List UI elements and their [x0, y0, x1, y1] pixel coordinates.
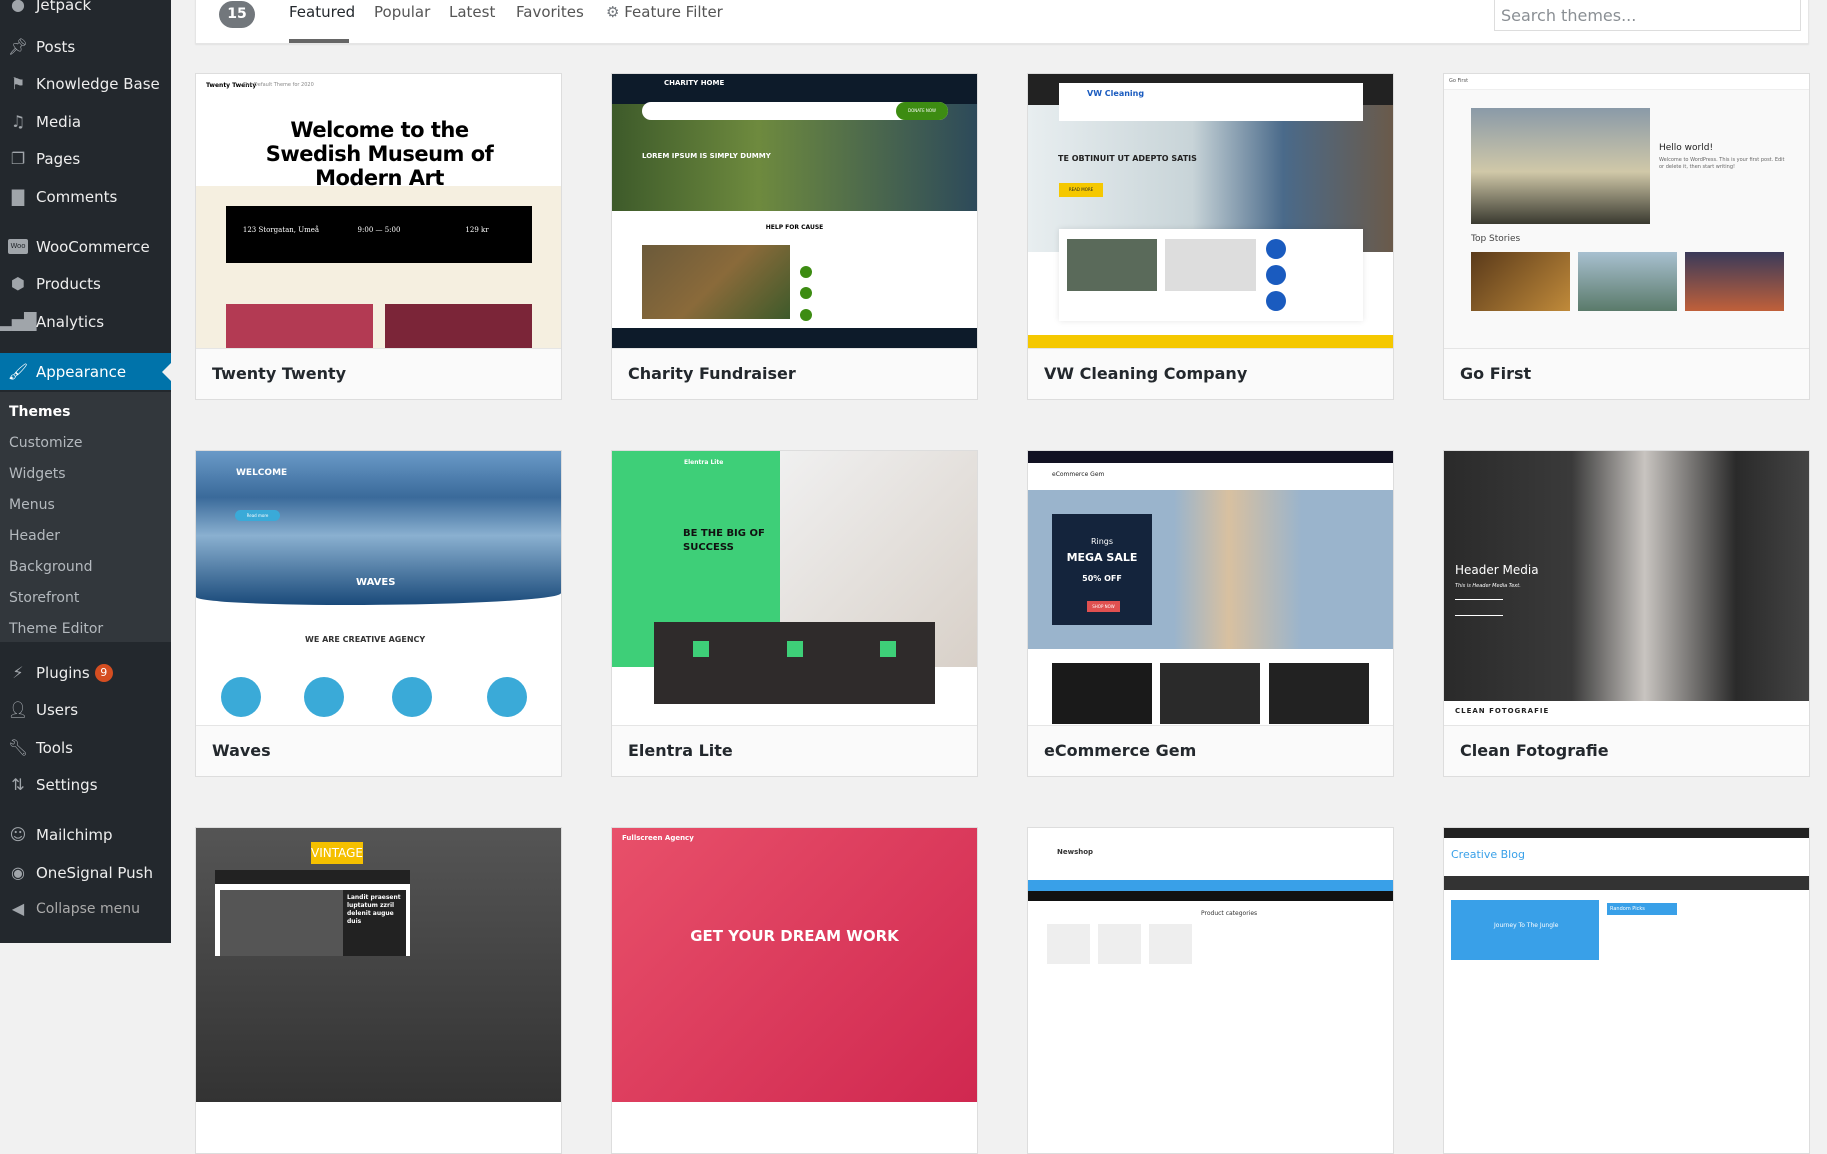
- theme-count: 15: [219, 1, 255, 28]
- theme-name: Twenty Twenty: [212, 364, 347, 383]
- sidebar-item-tools[interactable]: 🔧︎ Tools: [0, 729, 171, 766]
- gear-icon: ⚙: [606, 3, 620, 21]
- theme-screenshot: Twenty Twenty The Default Theme for 2020…: [196, 74, 561, 348]
- box-icon: ⬢: [11, 274, 25, 293]
- sidebar-item-knowledge-base[interactable]: ⚑ Knowledge Base: [0, 65, 171, 102]
- submenu-customize[interactable]: Customize: [9, 435, 83, 451]
- sidebar-item-woocommerce[interactable]: Woo WooCommerce: [0, 228, 171, 265]
- theme-card-go-first[interactable]: Go First Hello world! Welcome to WordPre…: [1443, 73, 1810, 400]
- sidebar-item-media[interactable]: ♫ Media: [0, 103, 171, 140]
- theme-card-charity-fundraiser[interactable]: CHARITY HOME DONATE NOW LOREM IPSUM IS S…: [611, 73, 978, 400]
- theme-screenshot: Fullscreen Agency GET YOUR DREAM WORK: [612, 828, 977, 1102]
- theme-name: Charity Fundraiser: [628, 364, 796, 383]
- wrench-icon: 🔧︎: [7, 738, 29, 757]
- theme-screenshot: VINTAGE Landit praesent luptatum zzril d…: [196, 828, 561, 1102]
- theme-card-newshop[interactable]: Newshop Product categories: [1027, 827, 1394, 1154]
- graduation-cap-icon: ⚑: [10, 74, 26, 93]
- theme-card-waves[interactable]: WELCOME Read more WAVES WE ARE CREATIVE …: [195, 450, 562, 777]
- sidebar-item-plugins[interactable]: ⚡ Plugins 9: [0, 654, 171, 691]
- sidebar-item-jetpack[interactable]: ● Jetpack: [0, 0, 171, 23]
- theme-screenshot: eCommerce Gem Rings MEGA SALE 50% OFF SH…: [1028, 451, 1393, 725]
- submenu-header[interactable]: Header: [9, 528, 60, 544]
- plugins-update-badge: 9: [94, 663, 113, 682]
- theme-card-clean-fotografie[interactable]: Header Media This is Header Media Text. …: [1443, 450, 1810, 777]
- theme-name: VW Cleaning Company: [1044, 364, 1248, 383]
- theme-screenshot: Header Media This is Header Media Text. …: [1444, 451, 1809, 725]
- appearance-submenu: Themes Customize Widgets Menus Header Ba…: [0, 392, 171, 642]
- theme-name: Waves: [212, 741, 271, 760]
- theme-filter-bar: 15 Featured Popular Latest Favorites ⚙ F…: [195, 0, 1809, 44]
- pushpin-icon: 📌︎: [7, 37, 29, 56]
- theme-screenshot: WELCOME Read more WAVES WE ARE CREATIVE …: [196, 451, 561, 725]
- user-icon: 👤︎: [7, 700, 29, 719]
- pages-icon: ❐: [10, 149, 26, 168]
- search-themes-input[interactable]: [1494, 0, 1801, 31]
- theme-screenshot: Newshop Product categories: [1028, 828, 1393, 1102]
- theme-card-vintage[interactable]: VINTAGE Landit praesent luptatum zzril d…: [195, 827, 562, 1154]
- theme-card-fullscreen-agency[interactable]: Fullscreen Agency GET YOUR DREAM WORK: [611, 827, 978, 1154]
- theme-name: Go First: [1460, 364, 1532, 383]
- tab-popular[interactable]: Popular: [374, 3, 430, 21]
- bar-chart-icon: ▂▅█: [0, 312, 37, 331]
- theme-card-creative-blog[interactable]: Creative Blog Journey To The Jungle Rand…: [1443, 827, 1810, 1154]
- theme-screenshot: Go First Hello world! Welcome to WordPre…: [1444, 74, 1809, 348]
- sidebar-item-products[interactable]: ⬢ Products: [0, 265, 171, 302]
- theme-screenshot: CHARITY HOME DONATE NOW LOREM IPSUM IS S…: [612, 74, 977, 348]
- collapse-menu-button[interactable]: ◀ Collapse menu: [0, 890, 171, 927]
- sidebar-item-comments[interactable]: ▇ Comments: [0, 178, 171, 215]
- theme-screenshot: VW Cleaning TE OBTINUIT UT ADEPTO SATIS …: [1028, 74, 1393, 348]
- sidebar-item-users[interactable]: 👤︎ Users: [0, 691, 171, 728]
- theme-screenshot: Elentra Lite BE THE BIG OF SUCCESS: [612, 451, 977, 725]
- submenu-theme-editor[interactable]: Theme Editor: [9, 621, 103, 637]
- plug-icon: ⚡: [12, 663, 24, 682]
- media-icon: ♫: [10, 112, 26, 131]
- theme-card-vw-cleaning-company[interactable]: VW Cleaning TE OBTINUIT UT ADEPTO SATIS …: [1027, 73, 1394, 400]
- jetpack-icon: ●: [11, 0, 25, 14]
- comment-icon: ▇: [11, 187, 25, 206]
- tab-latest[interactable]: Latest: [449, 3, 495, 21]
- sidebar-item-mailchimp[interactable]: ☺ Mailchimp: [0, 816, 171, 853]
- submenu-menus[interactable]: Menus: [9, 497, 55, 513]
- sidebar-item-analytics[interactable]: ▂▅█ Analytics: [0, 303, 171, 340]
- sidebar-item-pages[interactable]: ❐ Pages: [0, 140, 171, 177]
- sidebar-item-settings[interactable]: ⇅ Settings: [0, 766, 171, 803]
- woo-icon: Woo: [0, 239, 36, 254]
- submenu-themes[interactable]: Themes: [9, 404, 70, 420]
- theme-name: Clean Fotografie: [1460, 741, 1609, 760]
- theme-card-twenty-twenty[interactable]: Twenty Twenty The Default Theme for 2020…: [195, 73, 562, 400]
- active-tab-indicator: [289, 39, 349, 43]
- sliders-icon: ⇅: [11, 775, 25, 794]
- theme-card-ecommerce-gem[interactable]: eCommerce Gem Rings MEGA SALE 50% OFF SH…: [1027, 450, 1394, 777]
- collapse-arrow-icon: ◀: [11, 899, 25, 918]
- theme-name: Elentra Lite: [628, 741, 733, 760]
- theme-card-elentra-lite[interactable]: Elentra Lite BE THE BIG OF SUCCESS Elent…: [611, 450, 978, 777]
- tab-featured[interactable]: Featured: [289, 3, 355, 21]
- onesignal-icon: ◉: [11, 863, 25, 882]
- sidebar-item-posts[interactable]: 📌︎ Posts: [0, 28, 171, 65]
- submenu-storefront[interactable]: Storefront: [9, 590, 79, 606]
- mailchimp-icon: ☺: [9, 825, 27, 844]
- sidebar-item-appearance[interactable]: 🖌︎ Appearance: [0, 353, 171, 390]
- submenu-widgets[interactable]: Widgets: [9, 466, 66, 482]
- theme-screenshot: Creative Blog Journey To The Jungle Rand…: [1444, 828, 1809, 1102]
- paintbrush-icon: 🖌︎: [7, 362, 29, 381]
- admin-sidebar: ● Jetpack 📌︎ Posts ⚑ Knowledge Base ♫ Me…: [0, 0, 171, 943]
- sidebar-item-onesignal[interactable]: ◉ OneSignal Push: [0, 854, 171, 891]
- tab-favorites[interactable]: Favorites: [516, 3, 584, 21]
- submenu-background[interactable]: Background: [9, 559, 93, 575]
- feature-filter-button[interactable]: ⚙ Feature Filter: [606, 3, 723, 21]
- theme-name: eCommerce Gem: [1044, 741, 1197, 760]
